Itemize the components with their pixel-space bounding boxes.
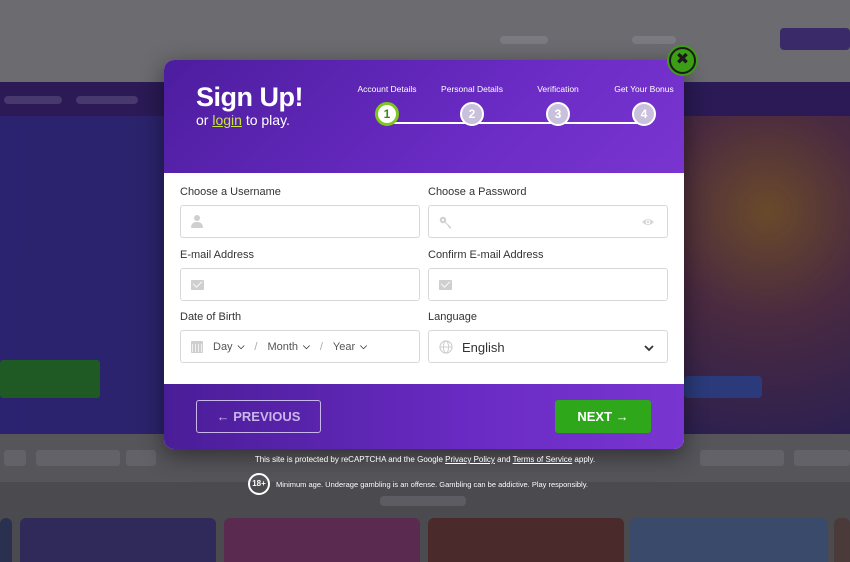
close-icon[interactable]: ✖ <box>669 47 696 74</box>
email-group: E-mail Address <box>180 248 420 301</box>
modal-subtitle: or login to play. <box>196 112 290 128</box>
mail-icon <box>191 280 204 290</box>
confirm-email-input[interactable] <box>428 268 668 301</box>
bg-nav-item <box>4 96 62 104</box>
step-label: Get Your Bonus <box>614 84 674 94</box>
bg-nav-item <box>76 96 138 104</box>
bg-hero-art-button <box>684 376 762 398</box>
language-group: Language English <box>428 310 668 363</box>
username-group: Choose a Username <box>180 185 420 238</box>
language-label: Language <box>428 311 477 323</box>
recaptcha-text: This site is protected by reCAPTCHA and … <box>254 455 443 464</box>
dob-day-select[interactable]: Day ⌵ <box>213 341 244 353</box>
confirm-email-group: Confirm E-mail Address <box>428 248 668 301</box>
mail-icon <box>439 280 452 290</box>
signup-modal: Sign Up! or login to play. Account Detai… <box>164 60 684 449</box>
bg-game-tile <box>834 518 850 562</box>
bg-header-link <box>632 36 676 44</box>
step-number: 1 <box>375 102 399 126</box>
bg-game-tile <box>20 518 216 562</box>
dob-selector: Day ⌵ / Month ⌵ / Year ⌵ <box>180 330 420 363</box>
step-get-your-bonus: Get Your Bonus 4 <box>601 84 684 126</box>
login-link[interactable]: login <box>212 112 242 128</box>
calendar-icon <box>191 341 203 353</box>
dob-separator: / <box>254 340 258 353</box>
subtitle-suffix: to play. <box>245 112 290 128</box>
chevron-down-icon <box>643 331 655 364</box>
bg-join-button <box>780 28 850 50</box>
progress-steps: Account Details 1 Personal Details 2 Ver… <box>354 84 674 144</box>
arrow-right-icon: → <box>615 409 629 424</box>
recaptcha-notice: This site is protected by reCAPTCHA and … <box>0 455 850 464</box>
step-personal-details: Personal Details 2 <box>429 84 515 126</box>
subtitle-prefix: or <box>196 112 209 128</box>
dob-month-value: Month <box>267 340 299 353</box>
bg-logo <box>0 38 60 62</box>
bg-game-tile <box>428 518 624 562</box>
terms-of-service-link[interactable]: Terms of Service <box>513 455 573 464</box>
bg-game-tile <box>224 518 420 562</box>
step-verification: Verification 3 <box>515 84 601 126</box>
user-icon <box>191 215 203 229</box>
dob-group: Date of Birth Day ⌵ / Month ⌵ / Year ⌵ <box>180 310 420 363</box>
next-label: NEXT <box>577 409 613 424</box>
bg-game-tile <box>0 518 12 562</box>
dob-day-value: Day <box>213 340 233 353</box>
dob-separator: / <box>319 340 323 353</box>
step-label: Personal Details <box>441 84 503 94</box>
dob-year-select[interactable]: Year ⌵ <box>333 341 367 353</box>
age-warning-text: Minimum age. Underage gambling is an off… <box>276 479 588 489</box>
step-label: Verification <box>537 84 579 94</box>
bg-section-title <box>380 496 466 506</box>
globe-icon <box>439 340 453 354</box>
dob-label: Date of Birth <box>180 311 242 323</box>
email-label: E-mail Address <box>180 249 254 261</box>
password-label: Choose a Password <box>428 186 527 198</box>
bg-header-link <box>500 36 548 44</box>
bg-hero-button <box>0 360 100 398</box>
modal-title: Sign Up! <box>196 82 303 112</box>
arrow-left-icon: ← <box>216 409 230 424</box>
confirm-email-label: Confirm E-mail Address <box>428 249 544 261</box>
previous-label: PREVIOUS <box>233 409 301 424</box>
dob-month-select[interactable]: Month ⌵ <box>267 341 309 353</box>
language-select[interactable]: English <box>428 330 668 363</box>
eye-icon[interactable] <box>641 215 655 229</box>
step-label: Account Details <box>357 84 417 94</box>
previous-button[interactable]: ← PREVIOUS <box>196 400 321 433</box>
chevron-down-icon: ⌵ <box>237 341 245 351</box>
chevron-down-icon: ⌵ <box>360 341 367 351</box>
step-number: 4 <box>632 102 656 126</box>
chevron-down-icon: ⌵ <box>303 341 310 351</box>
dob-year-value: Year <box>332 340 356 353</box>
email-input[interactable] <box>180 268 420 301</box>
recaptcha-suffix: apply. <box>574 455 596 464</box>
step-account-details: Account Details 1 <box>344 84 430 126</box>
username-input[interactable] <box>180 205 420 238</box>
modal-header: Sign Up! or login to play. Account Detai… <box>164 60 684 173</box>
privacy-policy-link[interactable]: Privacy Policy <box>445 455 495 464</box>
next-button[interactable]: NEXT → <box>555 400 651 433</box>
step-number: 2 <box>460 102 484 126</box>
password-input[interactable] <box>428 205 668 238</box>
age-warning: 18+ Minimum age. Underage gambling is an… <box>248 473 588 495</box>
password-group: Choose a Password <box>428 185 668 238</box>
language-value: English <box>462 340 505 355</box>
username-label: Choose a Username <box>180 186 281 198</box>
age-18-badge: 18+ <box>248 473 270 495</box>
bg-game-tile <box>630 518 828 562</box>
recaptcha-and: and <box>497 455 511 464</box>
key-icon <box>439 215 453 229</box>
step-number: 3 <box>546 102 570 126</box>
modal-footer: ← PREVIOUS NEXT → <box>164 384 684 449</box>
